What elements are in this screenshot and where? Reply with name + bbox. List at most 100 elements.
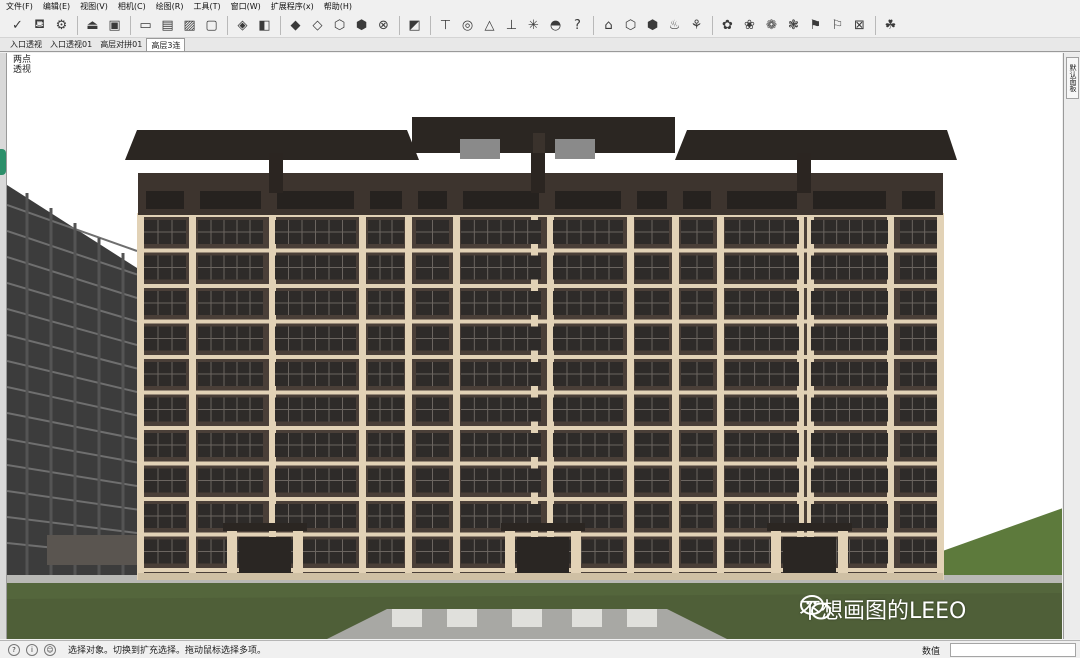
- main-toolbar: ✓ ⛾ ⚙ ⏏ ▣ ▭ ▤ ▨ ▢ ◈ ◧ ◆ ◇ ⬡ ⬢ ⊗ ◩ ⊤ ◎ △ ⊥ ✳ ◓? ⌂ ⬡ ⬢ ♨ ⚘ ✿ ❀ ❁ ❃ ⚑ ⚐ ⊠ ☘: [0, 13, 1080, 38]
- section-icon[interactable]: ◩: [405, 16, 424, 35]
- stone-band: [138, 497, 943, 501]
- wechat-icon: [800, 595, 831, 620]
- portal-post: [838, 531, 848, 580]
- menu-item[interactable]: 文件(F): [6, 1, 33, 12]
- terrain-icon[interactable]: ⚘: [687, 16, 706, 35]
- top-view-icon[interactable]: ◇: [308, 16, 327, 35]
- stone-pilaster: [672, 213, 679, 580]
- help-icon[interactable]: ?: [568, 16, 587, 35]
- menu-item[interactable]: 工具(T): [194, 1, 221, 12]
- crown-window: [555, 191, 621, 209]
- stone-band: [138, 390, 943, 395]
- crown-window: [200, 191, 261, 209]
- front-view-icon[interactable]: ⬡: [330, 16, 349, 35]
- stone-band: [138, 426, 943, 430]
- planter-box: [392, 609, 422, 627]
- neighbour-entrance: [47, 535, 137, 565]
- menu-item[interactable]: 扩展程序(x): [271, 1, 314, 12]
- shaded-box-icon[interactable]: ⬢: [643, 16, 662, 35]
- menu-item[interactable]: 窗口(W): [231, 1, 261, 12]
- menu-item[interactable]: 视图(V): [80, 1, 108, 12]
- scene-tab[interactable]: 入口透视: [6, 38, 46, 51]
- planter-box: [447, 609, 477, 627]
- crown-window: [146, 191, 184, 209]
- geo-location-icon[interactable]: ?: [8, 643, 20, 656]
- crown-window: [727, 191, 797, 209]
- walk-icon[interactable]: ⌂: [599, 16, 618, 35]
- tape-measure-icon[interactable]: ⊤: [436, 16, 455, 35]
- select-arrow-icon[interactable]: ✓: [8, 16, 27, 35]
- warehouse-icon[interactable]: ⏏: [83, 16, 102, 35]
- right-view-icon[interactable]: ⬢: [352, 16, 371, 35]
- plinth: [138, 573, 943, 580]
- lock-icon[interactable]: ▢: [202, 16, 221, 35]
- sun-icon[interactable]: ✳: [524, 16, 543, 35]
- crown-window: [683, 191, 711, 209]
- crown-window: [813, 191, 886, 209]
- roof-louver: [460, 139, 500, 159]
- paint-bucket-icon[interactable]: ⛾: [30, 16, 49, 35]
- menu-item[interactable]: 相机(C): [118, 1, 146, 12]
- camera-mode-label: 两点 透视: [13, 55, 31, 75]
- stone-pilaster: [627, 213, 634, 580]
- flag2-icon[interactable]: ⚐: [828, 16, 847, 35]
- scene-tab[interactable]: 入口透视01: [46, 38, 96, 51]
- crown-window: [277, 191, 354, 209]
- plugin-icon[interactable]: ❃: [784, 16, 803, 35]
- crown-emblem: [797, 153, 811, 193]
- credits-icon[interactable]: i: [26, 643, 38, 656]
- menu-item[interactable]: 帮助(H): [324, 1, 352, 12]
- stone-band: [138, 319, 943, 324]
- scene-tab[interactable]: 高层3连: [146, 38, 186, 51]
- stone-pilaster: [937, 213, 944, 580]
- camera-mode-line2: 透视: [13, 65, 32, 75]
- stone-pilaster: [453, 213, 460, 580]
- roof-louver: [555, 139, 595, 159]
- toolbar-separator: [130, 15, 131, 35]
- toolbar-separator: [875, 15, 876, 35]
- photo-icon[interactable]: ▨: [180, 16, 199, 35]
- style-icon[interactable]: ❁: [762, 16, 781, 35]
- crown-window: [463, 191, 539, 209]
- circle-icon[interactable]: ◎: [458, 16, 477, 35]
- scene-tab[interactable]: 高层对拼01: [96, 38, 146, 51]
- default-tray-tab[interactable]: 默认面板: [1066, 57, 1079, 99]
- portal-post: [293, 531, 303, 580]
- stone-band: [138, 355, 943, 359]
- dimension-icon[interactable]: ◓: [546, 16, 565, 35]
- group-icon[interactable]: ◧: [255, 16, 274, 35]
- measurements-input[interactable]: [950, 643, 1076, 657]
- menu-bar: 文件(F) 编辑(E) 视图(V) 相机(C) 绘图(R) 工具(T) 窗口(W) 扩展程序(…: [0, 0, 1080, 13]
- layers-icon[interactable]: ◈: [233, 16, 252, 35]
- toolbar-separator: [399, 15, 400, 35]
- canopy: [223, 523, 307, 531]
- leaf-icon[interactable]: ☘: [881, 16, 900, 35]
- fog-icon[interactable]: ❀: [740, 16, 759, 35]
- sandbox-icon[interactable]: ♨: [665, 16, 684, 35]
- measurements-label: 数值: [922, 647, 941, 657]
- toolbar-separator: [430, 15, 431, 35]
- flag-icon[interactable]: ⚑: [806, 16, 825, 35]
- stone-pilaster: [717, 213, 724, 580]
- stone-band: [138, 461, 943, 466]
- scene-window-icon[interactable]: ▭: [136, 16, 155, 35]
- shadow-icon[interactable]: ✿: [718, 16, 737, 35]
- box-icon[interactable]: ⬡: [621, 16, 640, 35]
- model-viewport[interactable]: 两点 透视 不想画图的LEEO: [6, 53, 1062, 639]
- menu-item[interactable]: 绘图(R): [156, 1, 184, 12]
- component-icon[interactable]: ⚙: [52, 16, 71, 35]
- stone-pilaster: [137, 213, 144, 580]
- axes-icon[interactable]: ⊥: [502, 16, 521, 35]
- close-model-icon[interactable]: ⊠: [850, 16, 869, 35]
- crown-emblem: [269, 153, 283, 193]
- upload-icon[interactable]: ▣: [105, 16, 124, 35]
- camera-mode-line1: 两点: [13, 55, 32, 65]
- stone-pilaster: [359, 213, 366, 580]
- iso-view-icon[interactable]: ◆: [286, 16, 305, 35]
- protractor-icon[interactable]: △: [480, 16, 499, 35]
- user-icon[interactable]: ☺: [44, 643, 56, 656]
- scene-tab-bar: 入口透视 入口透视01 高层对拼01 高层3连: [0, 38, 1080, 52]
- menu-item[interactable]: 编辑(E): [43, 1, 70, 12]
- x-ray-icon[interactable]: ⊗: [374, 16, 393, 35]
- save-scene-icon[interactable]: ▤: [158, 16, 177, 35]
